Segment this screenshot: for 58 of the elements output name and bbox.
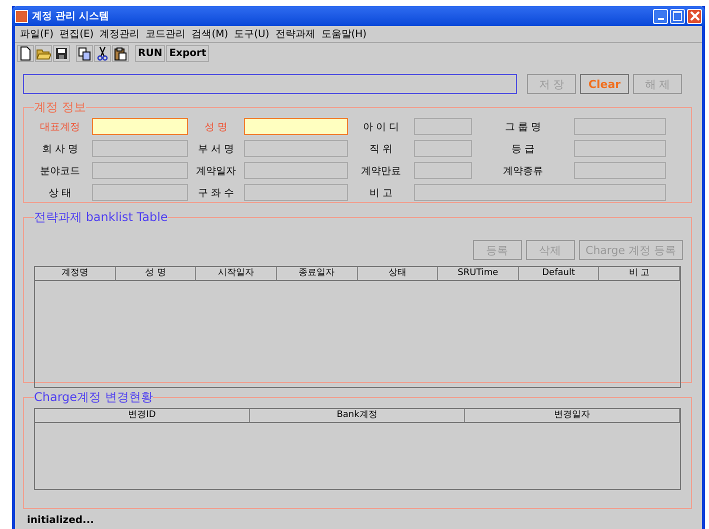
cut-icon[interactable] — [94, 45, 111, 62]
input-field[interactable] — [414, 162, 472, 179]
column-header[interactable]: 상태 — [358, 267, 438, 280]
minimize-button[interactable] — [653, 8, 668, 24]
folder-icon[interactable] — [35, 45, 52, 62]
field-label: 계약일자 — [195, 164, 237, 178]
input-field[interactable] — [92, 140, 188, 157]
menu-item[interactable]: 도구(U) — [231, 27, 272, 41]
field-label: 회 사 명 — [40, 142, 80, 156]
toolbar-button[interactable]: Export — [166, 45, 210, 62]
input-field[interactable] — [244, 140, 348, 157]
group-title: Charge계정 변경현황 — [34, 389, 153, 406]
group-title: 계정 정보 — [34, 99, 86, 116]
input-field[interactable] — [244, 118, 348, 135]
input-field[interactable] — [92, 118, 188, 135]
field-label: 대표계정 — [39, 120, 81, 134]
field-label: 상 태 — [47, 186, 73, 200]
field-label: 계약만료 — [360, 164, 402, 178]
menu-item[interactable]: 전략과제 — [272, 27, 318, 41]
field-label: 직 위 — [368, 142, 394, 156]
new-document-icon[interactable] — [17, 45, 34, 62]
field-label: 분야코드 — [39, 164, 81, 178]
menu-item[interactable]: 편집(E) — [56, 27, 97, 41]
field-label: 구 좌 수 — [196, 186, 236, 200]
menu-item[interactable]: 계정관리 — [96, 27, 143, 41]
input-field[interactable] — [414, 118, 472, 135]
paste-icon[interactable] — [112, 45, 129, 62]
input-field[interactable] — [574, 162, 666, 179]
toolbar-button[interactable]: RUN — [135, 45, 166, 62]
save-icon[interactable] — [53, 45, 70, 62]
input-field[interactable] — [574, 140, 666, 157]
input-field[interactable] — [574, 118, 666, 135]
input-field[interactable] — [92, 184, 188, 201]
input-field[interactable] — [244, 162, 348, 179]
app-icon — [15, 10, 28, 22]
search-field[interactable] — [23, 74, 517, 94]
menu-item[interactable]: 파일(F) — [17, 27, 57, 41]
status-text: initialized... — [26, 515, 95, 526]
input-field[interactable] — [414, 140, 472, 157]
input-field[interactable] — [92, 162, 188, 179]
close-button[interactable] — [687, 8, 702, 24]
copy-icon[interactable] — [76, 45, 93, 62]
field-label: 부 서 명 — [196, 142, 236, 156]
window-title: 계정 관리 시스템 — [32, 10, 109, 23]
menu-item[interactable]: 도움말(H) — [318, 27, 370, 41]
menu-item[interactable]: 코드관리 — [142, 27, 189, 41]
field-label: 등 급 — [510, 142, 536, 156]
field-label: 계약종류 — [502, 164, 544, 178]
field-label: 비 고 — [368, 186, 394, 200]
maximize-button[interactable] — [670, 8, 685, 24]
column-header[interactable]: 성 명 — [116, 267, 196, 280]
input-field[interactable] — [414, 184, 666, 201]
input-field[interactable] — [244, 184, 348, 201]
field-label: 성 명 — [203, 120, 229, 134]
field-label: 그 룹 명 — [504, 120, 542, 134]
menu-item[interactable]: 검색(M) — [188, 27, 232, 41]
group-title: 전략과제 banklist Table — [34, 209, 168, 226]
field-label: 아 이 디 — [362, 120, 400, 134]
